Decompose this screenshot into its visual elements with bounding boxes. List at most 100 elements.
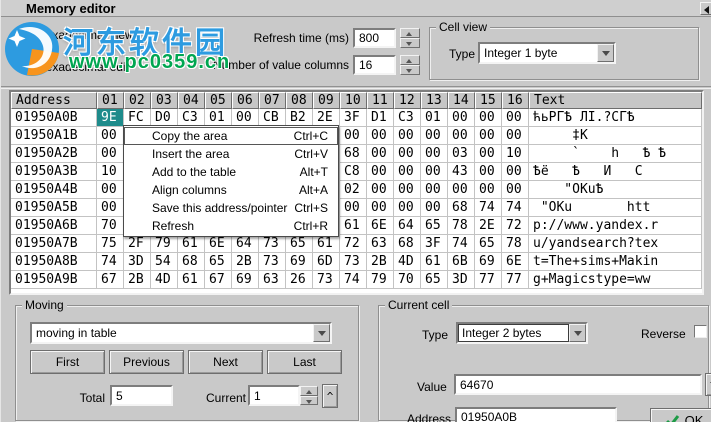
- menu-item-save-this-address-pointer[interactable]: Save this address/pointer Ctrl+S: [124, 199, 338, 217]
- byte-cell[interactable]: 00: [475, 163, 502, 181]
- spin-up-button[interactable]: [400, 28, 420, 38]
- address-cell[interactable]: 01950A4B: [11, 181, 97, 199]
- byte-cell[interactable]: 6E: [502, 253, 529, 271]
- byte-cell[interactable]: 67: [97, 271, 124, 289]
- byte-cell[interactable]: 79: [367, 271, 394, 289]
- byte-cell[interactable]: 70: [394, 271, 421, 289]
- byte-cell[interactable]: 00: [97, 181, 124, 199]
- byte-cell[interactable]: 69: [232, 271, 259, 289]
- byte-cell[interactable]: 6D: [313, 253, 340, 271]
- value-caret-button[interactable]: ^: [705, 373, 711, 396]
- byte-cell[interactable]: 77: [502, 271, 529, 289]
- byte-cell[interactable]: 74: [475, 199, 502, 217]
- byte-cell[interactable]: 3F: [421, 235, 448, 253]
- byte-cell[interactable]: 00: [340, 199, 367, 217]
- byte-cell[interactable]: 77: [475, 271, 502, 289]
- byte-cell[interactable]: 67: [205, 271, 232, 289]
- byte-cell[interactable]: 00: [97, 127, 124, 145]
- byte-cell[interactable]: 6B: [448, 253, 475, 271]
- byte-cell[interactable]: 72: [502, 217, 529, 235]
- byte-cell[interactable]: 64: [394, 217, 421, 235]
- spin-down-button[interactable]: [400, 65, 420, 75]
- current-cell-type-value[interactable]: Integer 2 bytes: [458, 324, 569, 342]
- text-cell[interactable]: ћьРГѢ ЛІ.?СГѢ: [529, 109, 702, 127]
- byte-cell[interactable]: 73: [259, 235, 286, 253]
- byte-cell[interactable]: 00: [448, 181, 475, 199]
- address-cell[interactable]: 01950A3B: [11, 163, 97, 181]
- byte-cell[interactable]: 61: [421, 253, 448, 271]
- byte-cell[interactable]: 65: [421, 217, 448, 235]
- text-cell[interactable]: "OKu htt: [529, 199, 702, 217]
- byte-cell[interactable]: 3F: [340, 109, 367, 127]
- spin-down-button[interactable]: [300, 395, 318, 405]
- byte-cell[interactable]: 00: [448, 127, 475, 145]
- byte-cell[interactable]: 00: [367, 145, 394, 163]
- text-cell[interactable]: "OKuѢ: [529, 181, 702, 199]
- byte-cell[interactable]: 61: [178, 235, 205, 253]
- cell-view-type-dropdown-button[interactable]: [597, 44, 614, 62]
- byte-cell[interactable]: 00: [340, 127, 367, 145]
- byte-cell[interactable]: 69: [475, 253, 502, 271]
- byte-cell[interactable]: 2E: [475, 217, 502, 235]
- address-input[interactable]: [455, 407, 617, 422]
- byte-cell[interactable]: 00: [448, 109, 475, 127]
- refresh-time-input[interactable]: [353, 28, 396, 48]
- byte-cell[interactable]: 00: [475, 127, 502, 145]
- byte-cell[interactable]: 03: [448, 145, 475, 163]
- byte-cell[interactable]: 00: [475, 181, 502, 199]
- byte-cell[interactable]: 01: [421, 109, 448, 127]
- moving-last-button[interactable]: Last: [267, 350, 342, 374]
- byte-cell[interactable]: 61: [340, 217, 367, 235]
- current-cell-type-dropdown-button[interactable]: [569, 324, 586, 342]
- byte-cell[interactable]: 00: [421, 127, 448, 145]
- byte-cell[interactable]: 3D: [124, 253, 151, 271]
- text-cell[interactable]: g+Magicstype=ww: [529, 271, 702, 289]
- byte-cell[interactable]: 74: [448, 235, 475, 253]
- moving-previous-button[interactable]: Previous: [109, 350, 184, 374]
- byte-cell[interactable]: 68: [178, 253, 205, 271]
- byte-cell[interactable]: 00: [421, 145, 448, 163]
- byte-cell[interactable]: 4D: [394, 253, 421, 271]
- byte-cell[interactable]: 69: [286, 253, 313, 271]
- byte-cell[interactable]: 6E: [205, 235, 232, 253]
- byte-cell[interactable]: 4D: [151, 271, 178, 289]
- byte-cell[interactable]: 68: [448, 199, 475, 217]
- menu-item-insert-the-area[interactable]: Insert the area Ctrl+V: [124, 145, 338, 163]
- byte-cell[interactable]: 78: [448, 217, 475, 235]
- byte-cell[interactable]: 63: [259, 271, 286, 289]
- byte-cell[interactable]: 00: [394, 145, 421, 163]
- byte-cell[interactable]: 00: [421, 181, 448, 199]
- byte-cell[interactable]: 02: [340, 181, 367, 199]
- byte-cell[interactable]: 2B: [367, 253, 394, 271]
- byte-cell[interactable]: C8: [340, 163, 367, 181]
- byte-cell[interactable]: 73: [313, 271, 340, 289]
- byte-cell[interactable]: 00: [421, 199, 448, 217]
- spin-up-button[interactable]: [300, 386, 318, 396]
- byte-cell[interactable]: 70: [97, 217, 124, 235]
- byte-cell[interactable]: 68: [394, 235, 421, 253]
- byte-cell[interactable]: 73: [259, 253, 286, 271]
- address-cell[interactable]: 01950A6B: [11, 217, 97, 235]
- total-input[interactable]: [110, 385, 173, 406]
- byte-cell[interactable]: 78: [502, 235, 529, 253]
- menu-item-align-columns[interactable]: Align columns Alt+A: [124, 181, 338, 199]
- address-cell[interactable]: 01950A1B: [11, 127, 97, 145]
- text-cell[interactable]: ‡K: [529, 127, 702, 145]
- byte-cell[interactable]: 2B: [124, 271, 151, 289]
- text-cell[interactable]: t=The+sims+Makin: [529, 253, 702, 271]
- byte-cell[interactable]: 68: [340, 145, 367, 163]
- byte-cell[interactable]: 65: [286, 235, 313, 253]
- byte-cell[interactable]: 6E: [367, 217, 394, 235]
- byte-cell[interactable]: 00: [502, 163, 529, 181]
- byte-cell[interactable]: 3D: [448, 271, 475, 289]
- byte-cell[interactable]: 2F: [124, 235, 151, 253]
- byte-cell[interactable]: 79: [151, 235, 178, 253]
- text-cell[interactable]: u/yandsearch?tex: [529, 235, 702, 253]
- hexadecimal-view-checkbox[interactable]: ✓: [19, 26, 32, 40]
- byte-cell[interactable]: D1: [367, 109, 394, 127]
- byte-cell[interactable]: 00: [421, 163, 448, 181]
- text-cell[interactable]: ` h Ѣ Ѣ: [529, 145, 702, 163]
- byte-cell[interactable]: 54: [151, 253, 178, 271]
- byte-cell[interactable]: 74: [340, 271, 367, 289]
- byte-cell[interactable]: 43: [448, 163, 475, 181]
